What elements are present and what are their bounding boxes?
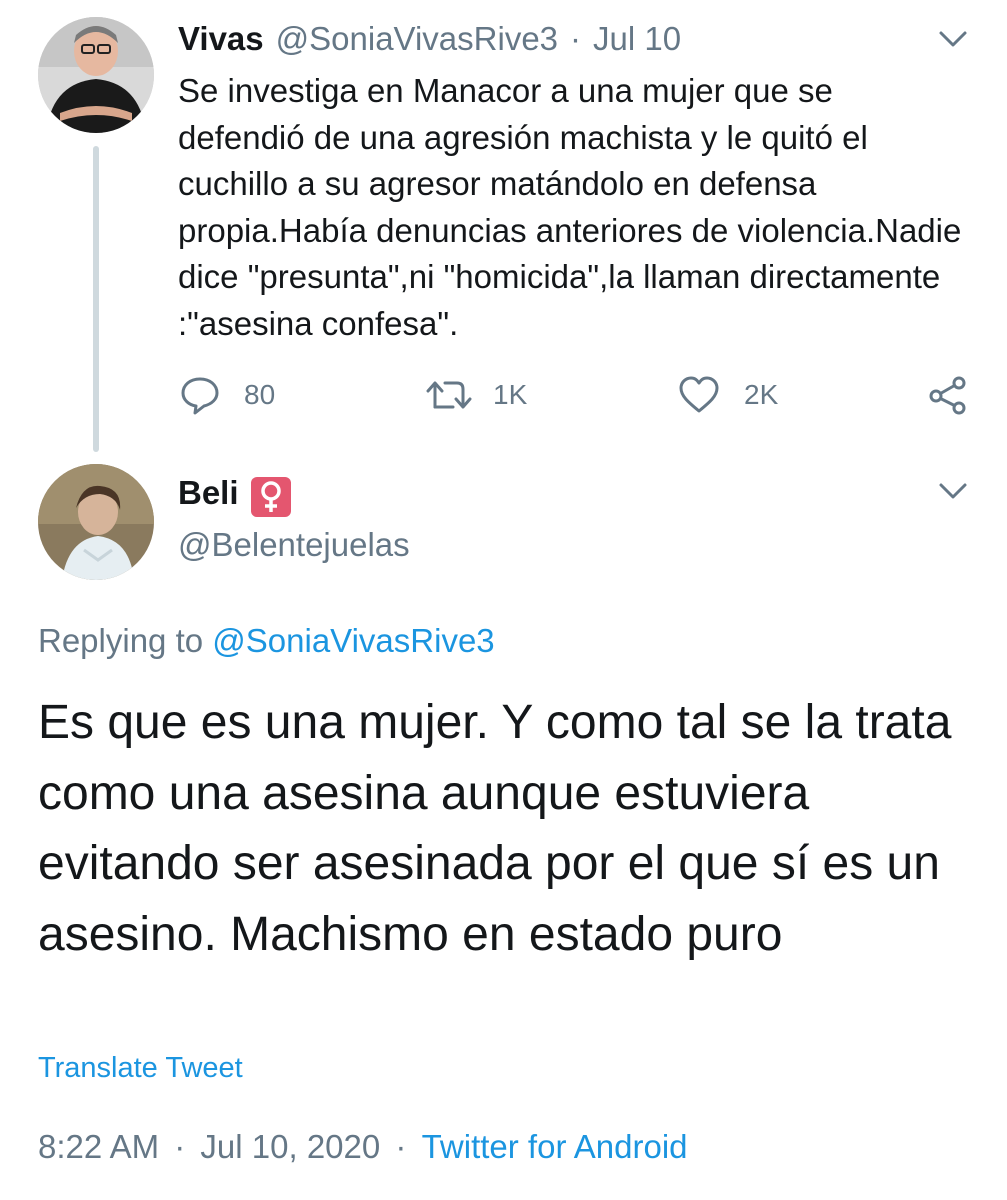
separator: · bbox=[395, 1128, 407, 1165]
replying-handle-link[interactable]: @SoniaVivasRive3 bbox=[212, 622, 494, 659]
avatar-image bbox=[38, 17, 154, 133]
tweet-source-link[interactable]: Twitter for Android bbox=[422, 1128, 688, 1165]
chevron-down-icon[interactable] bbox=[938, 29, 968, 54]
tweet-time: 8:22 AM bbox=[38, 1128, 160, 1165]
separator: · bbox=[570, 20, 582, 57]
tweet-text: Se investiga en Manacor a una mujer que … bbox=[178, 72, 962, 342]
retweet-icon bbox=[425, 377, 473, 413]
share-button[interactable] bbox=[928, 375, 968, 415]
reply-icon bbox=[180, 375, 220, 415]
reply-count: 80 bbox=[244, 379, 276, 410]
separator: · bbox=[174, 1128, 186, 1165]
like-icon bbox=[678, 376, 720, 414]
thread-line bbox=[93, 146, 99, 452]
retweet-count: 1K bbox=[493, 379, 528, 410]
author-name[interactable]: Beli bbox=[178, 474, 239, 511]
replying-prefix: Replying to bbox=[38, 622, 204, 659]
reply-button[interactable]: 80 bbox=[180, 375, 275, 415]
author-name[interactable]: Vivas bbox=[178, 20, 264, 58]
replying-to: Replying to @SoniaVivasRive3 bbox=[38, 622, 495, 660]
reply-text: Es que es una mujer. Y como tal se la tr… bbox=[38, 696, 952, 961]
avatar[interactable] bbox=[38, 17, 154, 133]
translate-tweet-link[interactable]: Translate Tweet bbox=[38, 1052, 243, 1085]
avatar[interactable] bbox=[38, 464, 154, 580]
share-icon bbox=[928, 375, 968, 415]
avatar-image bbox=[38, 464, 154, 580]
author-handle[interactable]: @SoniaVivasRive3 bbox=[276, 20, 558, 58]
author-handle[interactable]: @Belentejuelas bbox=[178, 526, 410, 564]
tweet-meta: 8:22 AM · Jul 10, 2020 · Twitter for And… bbox=[38, 1128, 688, 1166]
venus-emoji-icon bbox=[250, 476, 291, 517]
reply-author: Beli bbox=[178, 474, 291, 520]
tweet-date[interactable]: Jul 10 bbox=[593, 20, 681, 58]
retweet-button[interactable]: 1K bbox=[425, 377, 527, 413]
tweet-date: Jul 10, 2020 bbox=[200, 1128, 381, 1165]
like-button[interactable]: 2K bbox=[678, 376, 778, 414]
like-count: 2K bbox=[744, 379, 779, 410]
tweet-header: Vivas @SoniaVivasRive3 · Jul 10 bbox=[178, 20, 681, 60]
chevron-down-icon[interactable] bbox=[938, 481, 968, 506]
